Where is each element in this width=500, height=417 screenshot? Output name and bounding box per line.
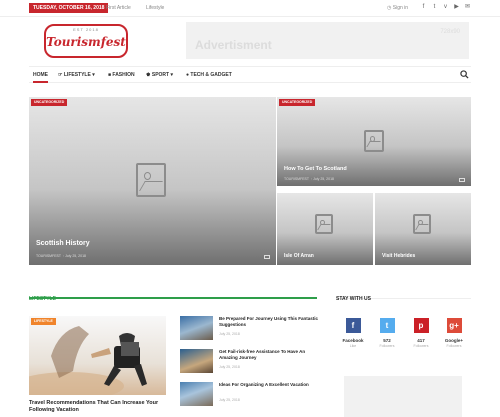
social-google-plus[interactable]: g+ Google+ Followers (439, 318, 469, 348)
lifestyle-side-post[interactable]: Be Prepared For Journey Using This Fanta… (180, 316, 320, 342)
sidebar-ad-placeholder[interactable] (344, 376, 462, 417)
top-social-icons: f t v ▶ ✉ (420, 3, 471, 12)
nav-item-lifestyle[interactable]: ☞ LIFESTYLE ▾ (58, 67, 95, 83)
featured-main-tile[interactable]: UNCATEGORIZED Scottish History TOURISMFE… (29, 97, 276, 265)
featured-right-top-tile[interactable]: UNCATEGORIZED How To Get To Scotland TOU… (277, 97, 471, 186)
social-pinterest[interactable]: p 417 Followers (406, 318, 436, 348)
nav-label: LIFESTYLE (63, 72, 91, 78)
logo-name: Tourismfest (46, 35, 126, 49)
lifestyle-side-post[interactable]: Get Fail-risk-free Assistance To Have An… (180, 349, 320, 375)
stay-heading-label: STAY WITH US (336, 296, 371, 302)
social-count: Google+ (444, 338, 464, 343)
image-placeholder-icon (364, 130, 384, 152)
twitter-icon[interactable]: t (379, 318, 395, 333)
stay-with-us-heading: STAY WITH US (336, 287, 471, 302)
nav-item-sport[interactable]: ♚ SPORT ▾ (146, 67, 173, 83)
lifestyle-side-post[interactable]: Ideas For Organizing A Excellent Vacatio… (180, 382, 320, 408)
featured-bottom-left-title[interactable]: Isle Of Arran (284, 253, 314, 259)
featured-main-meta: TOURISMFEST ◦ July 25, 2018 (36, 254, 86, 258)
logo-since: EST 2018 (73, 27, 99, 32)
author: TOURISMFEST (36, 254, 61, 258)
google-plus-icon[interactable]: g+ (446, 318, 462, 333)
social-label: Followers (413, 344, 429, 348)
nav-item-tech[interactable]: ● TECH & GADGET (186, 67, 232, 83)
side-post-title[interactable]: Ideas For Organizing A Excellent Vacatio… (219, 382, 319, 388)
social-label: Like (349, 344, 357, 348)
social-twitter[interactable]: t 572 Followers (372, 318, 402, 348)
author: TOURISMFEST (284, 177, 309, 181)
post-thumbnail[interactable] (180, 349, 213, 373)
image-placeholder-icon (136, 163, 166, 197)
post-thumbnail[interactable] (180, 316, 213, 340)
social-label: Followers (446, 344, 462, 348)
pinterest-icon[interactable]: p (413, 318, 429, 333)
lifestyle-section-heading: LIFESTYLE (29, 287, 317, 302)
youtube-icon[interactable]: ▶ (453, 3, 460, 12)
nav-label: FASHION (112, 72, 135, 78)
lifestyle-main-image[interactable]: LIFESTYLE (29, 316, 166, 395)
top-link-first-article[interactable]: First Article (106, 4, 131, 12)
date: July 25, 2018 (65, 254, 86, 258)
lifestyle-main-title[interactable]: Travel Recommendations That Can Increase… (29, 400, 169, 414)
header-ad-banner[interactable]: Advertisment 728x90 (186, 22, 469, 59)
featured-right-top-meta: TOURISMFEST ◦ July 25, 2018 (284, 177, 334, 181)
nav-label: SPORT (151, 72, 170, 78)
comment-icon (459, 178, 465, 182)
email-icon[interactable]: ✉ (464, 3, 471, 12)
side-post-title[interactable]: Get Fail-risk-free Assistance To Have An… (219, 349, 319, 361)
category-badge[interactable]: LIFESTYLE (31, 318, 56, 325)
current-date: TUESDAY, OCTOBER 16, 2018 (29, 3, 109, 13)
social-label: Followers (379, 344, 395, 348)
sign-in-link[interactable]: ◷ Sign in (387, 4, 408, 12)
post-thumbnail[interactable] (180, 382, 213, 406)
featured-bottom-right-title[interactable]: Visit Hebrides (382, 253, 415, 259)
featured-right-top-title[interactable]: How To Get To Scotland (284, 166, 347, 172)
sign-in-label: Sign in (392, 5, 409, 11)
nav-label: HOME (33, 72, 48, 78)
category-badge[interactable]: UNCATEGORIZED (31, 99, 68, 106)
featured-main-title[interactable]: Scottish History (36, 240, 90, 247)
lifestyle-heading-label: LIFESTYLE (29, 296, 56, 302)
nav-item-home[interactable]: HOME (33, 67, 48, 83)
top-link-lifestyle[interactable]: Lifestyle (146, 4, 164, 12)
site-logo[interactable]: EST 2018 Tourismfest (44, 24, 128, 58)
image-placeholder-icon (315, 214, 333, 234)
featured-bottom-left-tile[interactable]: Isle Of Arran (277, 193, 373, 265)
main-nav: HOME ☞ LIFESTYLE ▾ ■ FASHION ♚ SPORT ▾ ●… (29, 66, 471, 83)
comment-icon (264, 255, 270, 259)
date: July 25, 2018 (313, 177, 334, 181)
image-placeholder-icon (413, 214, 431, 234)
nav-item-fashion[interactable]: ■ FASHION (108, 67, 135, 83)
nav-label: TECH & GADGET (190, 72, 232, 78)
social-facebook[interactable]: f Facebook Like (338, 318, 368, 348)
top-bar: TUESDAY, OCTOBER 16, 2018 First Article … (0, 0, 500, 17)
twitter-icon[interactable]: t (431, 3, 438, 12)
runner-photo (29, 326, 147, 395)
search-icon[interactable] (460, 70, 469, 79)
side-post-date: July 25, 2018 (219, 365, 240, 369)
social-count: Facebook (342, 338, 364, 343)
facebook-icon[interactable]: f (345, 318, 361, 333)
ad-size: 728x90 (440, 29, 460, 35)
category-badge[interactable]: UNCATEGORIZED (279, 99, 316, 106)
social-count: 417 (417, 338, 425, 343)
vimeo-icon[interactable]: v (442, 3, 449, 12)
ad-text: Advertisment (195, 38, 272, 52)
social-count: 572 (383, 338, 391, 343)
side-post-date: July 25, 2018 (219, 332, 240, 336)
facebook-icon[interactable]: f (420, 3, 427, 12)
side-post-title[interactable]: Be Prepared For Journey Using This Fanta… (219, 316, 319, 328)
featured-bottom-right-tile[interactable]: Visit Hebrides (375, 193, 471, 265)
side-post-date: July 25, 2018 (219, 398, 240, 402)
